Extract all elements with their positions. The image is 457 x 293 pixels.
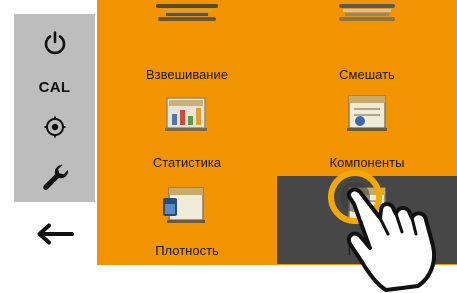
- tile-density[interactable]: Плотность: [97, 176, 277, 264]
- back-button[interactable]: [14, 202, 95, 265]
- target-icon: [44, 116, 65, 138]
- tile-label-statistics: Статистика: [152, 155, 222, 170]
- tile-label-weighing: Взвешивание: [146, 67, 228, 82]
- tile-label-mix: Смешать: [339, 67, 395, 82]
- tile-weighing[interactable]: Взвешивание: [97, 0, 277, 88]
- statistics-icon: [165, 97, 207, 131]
- components-icon: [347, 95, 387, 131]
- density-icon: [163, 187, 205, 223]
- mix-icon: [339, 4, 395, 21]
- scale-icon: [156, 4, 218, 21]
- tile-components[interactable]: Компоненты: [277, 88, 457, 176]
- tile-label-density: Плотность: [155, 243, 219, 258]
- level-button[interactable]: [14, 102, 95, 152]
- settings-button[interactable]: [14, 152, 95, 202]
- sidebar: CAL: [0, 0, 97, 293]
- cal-button[interactable]: CAL: [14, 72, 95, 102]
- power-icon: [44, 31, 65, 55]
- power-button[interactable]: [14, 14, 95, 72]
- back-arrow-icon: [37, 223, 74, 244]
- tile-statistics[interactable]: Статистика: [97, 88, 277, 176]
- tile-mix[interactable]: Смешать: [277, 0, 457, 88]
- wrench-icon: [42, 164, 68, 190]
- cal-label: CAL: [38, 78, 71, 96]
- tap-hand-icon: [328, 170, 437, 292]
